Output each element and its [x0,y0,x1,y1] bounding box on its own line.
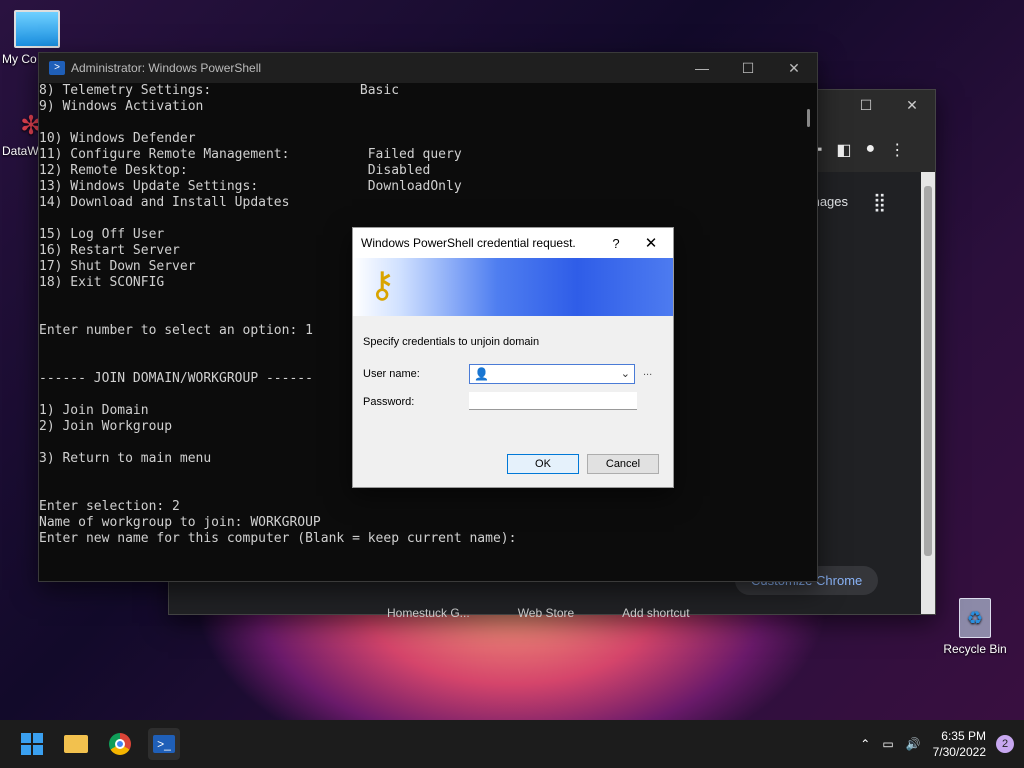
terminal-line: Name of workgroup to join: WORKGROUP [39,515,321,530]
terminal-line: Enter new name for this computer (Blank … [39,531,517,546]
terminal-line: 10) Windows Defender [39,131,196,146]
scrollbar[interactable] [921,172,935,614]
terminal-line: 9) Windows Activation [39,99,204,114]
powershell-titlebar[interactable]: > Administrator: Windows PowerShell — ☐ … [39,53,817,83]
terminal-line: 11) Configure Remote Management: Failed … [39,147,462,162]
dialog-titlebar: Windows PowerShell credential request. ?… [353,228,673,258]
password-label: Password: [363,396,415,408]
maximize-button[interactable]: ☐ [725,60,771,77]
sidepanel-icon[interactable]: ◧ [836,140,851,160]
terminal-line: 14) Download and Install Updates [39,195,290,210]
clock-time: 6:35 PM [941,729,986,743]
powershell-taskbar-icon[interactable]: >_ [148,728,180,760]
scrollbar-thumb[interactable] [807,109,810,127]
volume-icon[interactable]: 🔊 [906,737,921,751]
file-explorer-icon[interactable] [60,728,92,760]
browse-button[interactable]: ... [643,366,652,378]
shortcut-item[interactable]: Web Store [518,606,574,620]
clock[interactable]: 6:35 PM 7/30/2022 [933,728,986,760]
monitor-icon [14,10,60,48]
credential-dialog[interactable]: Windows PowerShell credential request. ?… [352,227,674,488]
close-button[interactable]: ✕ [771,60,817,77]
windows-icon [21,733,43,755]
username-field[interactable]: 👤 ⌄ [469,364,635,384]
maximize-button[interactable]: ☐ [843,97,889,114]
shortcut-item[interactable]: Add shortcut [622,606,689,620]
powershell-icon: > [49,61,65,75]
chrome-toolbar: ✚ ◧ ● ⋮ [809,140,905,160]
password-field[interactable] [469,392,637,410]
keys-icon: ⚷ [369,264,396,305]
scrollbar-thumb[interactable] [924,186,932,556]
notification-badge[interactable]: 2 [996,735,1014,753]
dialog-title: Windows PowerShell credential request. [361,236,576,250]
cancel-button[interactable]: Cancel [587,454,659,474]
start-button[interactable] [16,728,48,760]
system-tray: ⌃ ▭ 🔊 6:35 PM 7/30/2022 2 [860,720,1024,768]
terminal-line: 12) Remote Desktop: Disabled [39,163,431,178]
close-button[interactable]: ✕ [889,97,935,114]
desktop-icon-recycle-bin[interactable]: ♻ Recycle Bin [940,598,1010,656]
shortcut-item[interactable]: Homestuck G... [387,606,470,620]
terminal-line: 13) Windows Update Settings: DownloadOnl… [39,179,462,194]
apps-grid-icon[interactable]: ⣿ [873,192,886,213]
terminal-line: 8) Telemetry Settings: Basic [39,83,400,98]
recycle-bin-icon: ♻ [959,598,991,638]
ok-button[interactable]: OK [507,454,579,474]
dialog-prompt: Specify credentials to unjoin domain [363,336,540,348]
shortcut-row: Homestuck G... Web Store Add shortcut [387,606,690,620]
taskbar: >_ ⌃ ▭ 🔊 6:35 PM 7/30/2022 2 [0,720,1024,768]
user-icon: 👤 [474,367,489,381]
window-title: Administrator: Windows PowerShell [71,61,262,75]
scrollbar[interactable] [801,83,817,581]
clock-date: 7/30/2022 [932,745,986,759]
chevron-down-icon[interactable]: ⌄ [621,367,630,380]
desktop-icon-label: Recycle Bin [943,642,1007,656]
terminal-line: Enter selection: 2 [39,499,180,514]
chrome-icon[interactable] [104,728,136,760]
minimize-button[interactable]: — [679,60,725,76]
chevron-up-icon[interactable]: ⌃ [860,737,870,751]
network-icon[interactable]: ▭ [882,737,893,751]
menu-icon[interactable]: ⋮ [889,140,905,160]
help-button[interactable]: ? [603,236,629,251]
profile-icon[interactable]: ● [866,140,876,160]
username-label: User name: [363,368,420,380]
close-button[interactable]: ✕ [629,234,673,252]
dialog-banner: ⚷ [353,258,673,316]
